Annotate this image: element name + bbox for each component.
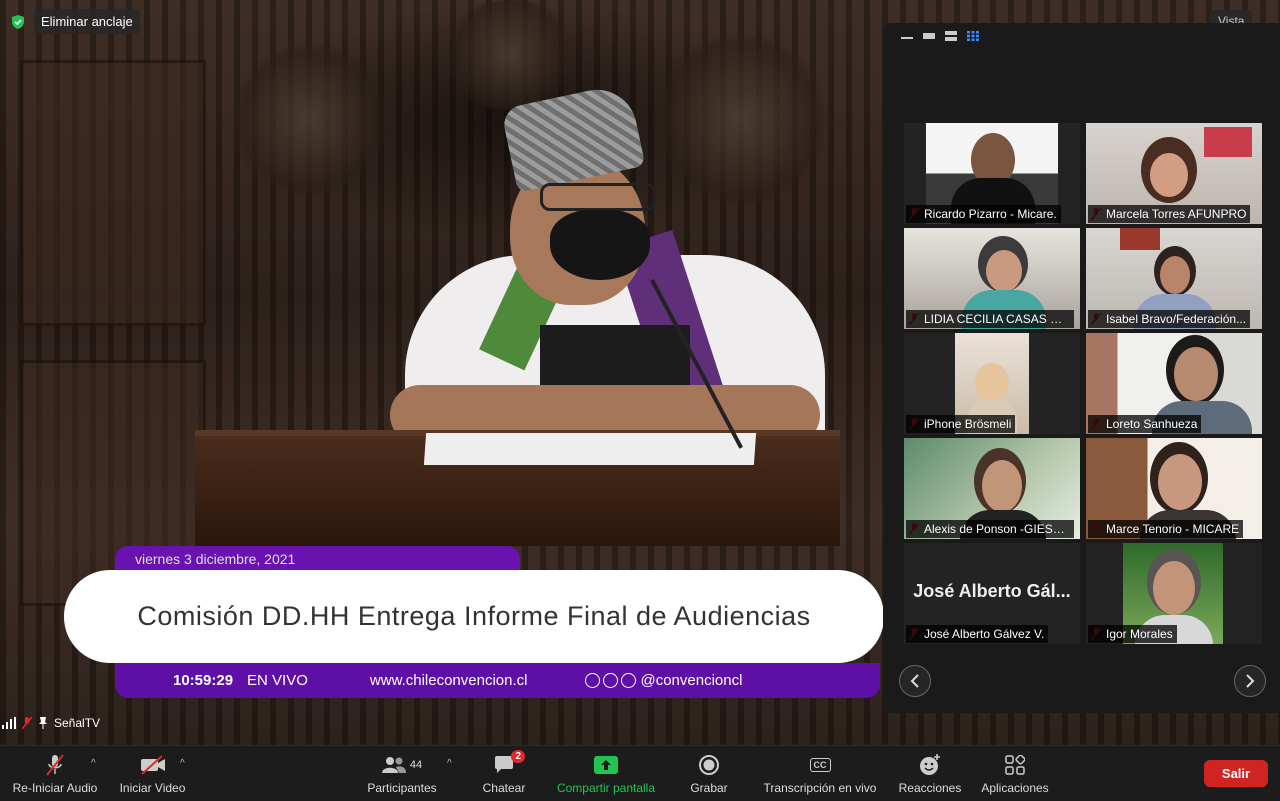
minimize-view-icon[interactable] <box>901 31 913 41</box>
apps-icon <box>1005 755 1025 775</box>
shield-check-icon <box>12 14 24 29</box>
participant-name: Igor Morales <box>1088 625 1177 643</box>
participant-name: iPhone Brösmeli <box>906 415 1016 433</box>
participant-name: Alexis de Ponson -GIESCR <box>906 520 1074 538</box>
participant-tile[interactable]: Isabel Bravo/Federación... <box>1086 228 1262 329</box>
participant-tile[interactable]: LIDIA CECILIA CASAS BE... <box>904 228 1080 329</box>
carving <box>440 0 580 110</box>
video-options-caret[interactable]: ^ <box>180 758 185 769</box>
chevron-left-icon <box>910 674 919 688</box>
audio-button-label: Re-Iniciar Audio <box>12 781 98 795</box>
pin-indicator: Eliminar anclaje <box>10 9 140 34</box>
live-transcript-button[interactable]: CC Transcripción en vivo <box>757 746 883 801</box>
chat-button[interactable]: 2 Chatear <box>474 746 534 801</box>
participant-display-name: José Alberto Gál... <box>913 581 1071 601</box>
participant-gallery: Ricardo Pizarro - Micare. Marcela Torres… <box>883 23 1280 713</box>
live-label: EN VIVO <box>247 672 308 689</box>
signal-strength-icon <box>2 717 16 729</box>
participants-options-caret[interactable]: ^ <box>447 758 452 769</box>
participant-name: LIDIA CECILIA CASAS BE... <box>906 310 1074 328</box>
participant-name: Loreto Sanhueza <box>1088 415 1202 433</box>
participant-tile[interactable]: Marce Tenorio - MICARE <box>1086 438 1262 539</box>
muted-mic-icon <box>46 754 64 776</box>
previous-page-button[interactable] <box>899 665 931 697</box>
next-page-button[interactable] <box>1234 665 1266 697</box>
participant-tile[interactable]: Igor Morales <box>1086 543 1262 644</box>
closed-captions-icon: CC <box>809 758 831 772</box>
pin-icon <box>39 717 47 729</box>
record-icon <box>699 755 719 775</box>
participant-tile[interactable]: iPhone Brösmeli <box>904 333 1080 434</box>
stream-time: 10:59:29 <box>173 672 234 689</box>
reactions-button-label: Reacciones <box>898 781 962 795</box>
record-button-label: Grabar <box>690 781 728 795</box>
chat-unread-badge: 2 <box>511 750 525 763</box>
participants-count: 44 <box>409 759 423 771</box>
share-screen-icon <box>594 756 618 774</box>
participant-name: Ricardo Pizarro - Micare. <box>906 205 1061 223</box>
participant-tile[interactable]: Alexis de Ponson -GIESCR <box>904 438 1080 539</box>
share-screen-label: Compartir pantalla <box>556 781 656 795</box>
social-handle: @convencioncl <box>640 672 743 689</box>
website-label: www.chileconvencion.cl <box>369 672 528 689</box>
remove-pin-button[interactable]: Eliminar anclaje <box>34 9 140 34</box>
audio-options-caret[interactable]: ^ <box>91 758 96 769</box>
active-speaker-label: SeñalTV <box>2 716 100 730</box>
participant-name: Isabel Bravo/Federación... <box>1088 310 1251 328</box>
wood-panel <box>20 60 206 326</box>
meeting-toolbar: Re-Iniciar Audio ^ Iniciar Video ^ 44 Pa… <box>0 745 1280 801</box>
speaker-view-icon[interactable] <box>923 31 935 41</box>
apps-button-label: Aplicaciones <box>981 781 1049 795</box>
muted-mic-icon <box>22 717 32 729</box>
participant-tile[interactable]: José Alberto Gál... José Alberto Gálvez … <box>904 543 1080 644</box>
reactions-button[interactable]: Reacciones <box>894 746 966 801</box>
video-button-label: Iniciar Video <box>119 781 186 795</box>
facebook-icon <box>621 673 637 688</box>
participant-tile[interactable]: Marcela Torres AFUNPRO <box>1086 123 1262 224</box>
stream-date: viernes 3 diciembre, 2021 <box>115 546 520 572</box>
record-button[interactable]: Grabar <box>683 746 735 801</box>
participants-button-label: Participantes <box>367 781 437 795</box>
apps-button[interactable]: Aplicaciones <box>975 746 1055 801</box>
stream-title: Comisión DD.HH Entrega Informe Final de … <box>64 570 884 663</box>
carving <box>230 40 390 200</box>
twitter-icon <box>603 673 619 688</box>
participant-tile[interactable]: Ricardo Pizarro - Micare. <box>904 123 1080 224</box>
active-speaker-name: SeñalTV <box>54 716 101 730</box>
audio-button[interactable]: Re-Iniciar Audio <box>10 746 100 801</box>
participant-tile[interactable]: Loreto Sanhueza <box>1086 333 1262 434</box>
participant-name: Marcela Torres AFUNPRO <box>1088 205 1251 223</box>
paper <box>423 433 757 465</box>
video-off-icon <box>140 755 165 775</box>
leave-meeting-button[interactable]: Salir <box>1204 760 1268 787</box>
chat-button-label: Chatear <box>482 781 526 795</box>
chevron-right-icon <box>1246 674 1255 688</box>
gallery-view-icon[interactable] <box>967 31 979 41</box>
speaker-figure <box>380 82 840 475</box>
share-screen-button[interactable]: Compartir pantalla <box>550 746 662 801</box>
smiley-plus-icon <box>920 754 940 775</box>
participant-name: Marce Tenorio - MICARE <box>1088 520 1244 538</box>
social-icons <box>585 673 637 688</box>
instagram-icon <box>585 673 601 688</box>
participants-button[interactable]: 44 Participantes <box>362 746 442 801</box>
participant-name: José Alberto Gálvez V. <box>906 625 1049 643</box>
stream-info-bar: 10:59:29 EN VIVO www.chileconvencion.cl … <box>115 663 880 698</box>
video-button[interactable]: Iniciar Video <box>115 746 190 801</box>
live-transcript-label: Transcripción en vivo <box>763 781 877 795</box>
participants-icon <box>381 757 406 773</box>
strip-view-icon[interactable] <box>945 31 957 41</box>
gallery-view-controls <box>901 31 979 41</box>
